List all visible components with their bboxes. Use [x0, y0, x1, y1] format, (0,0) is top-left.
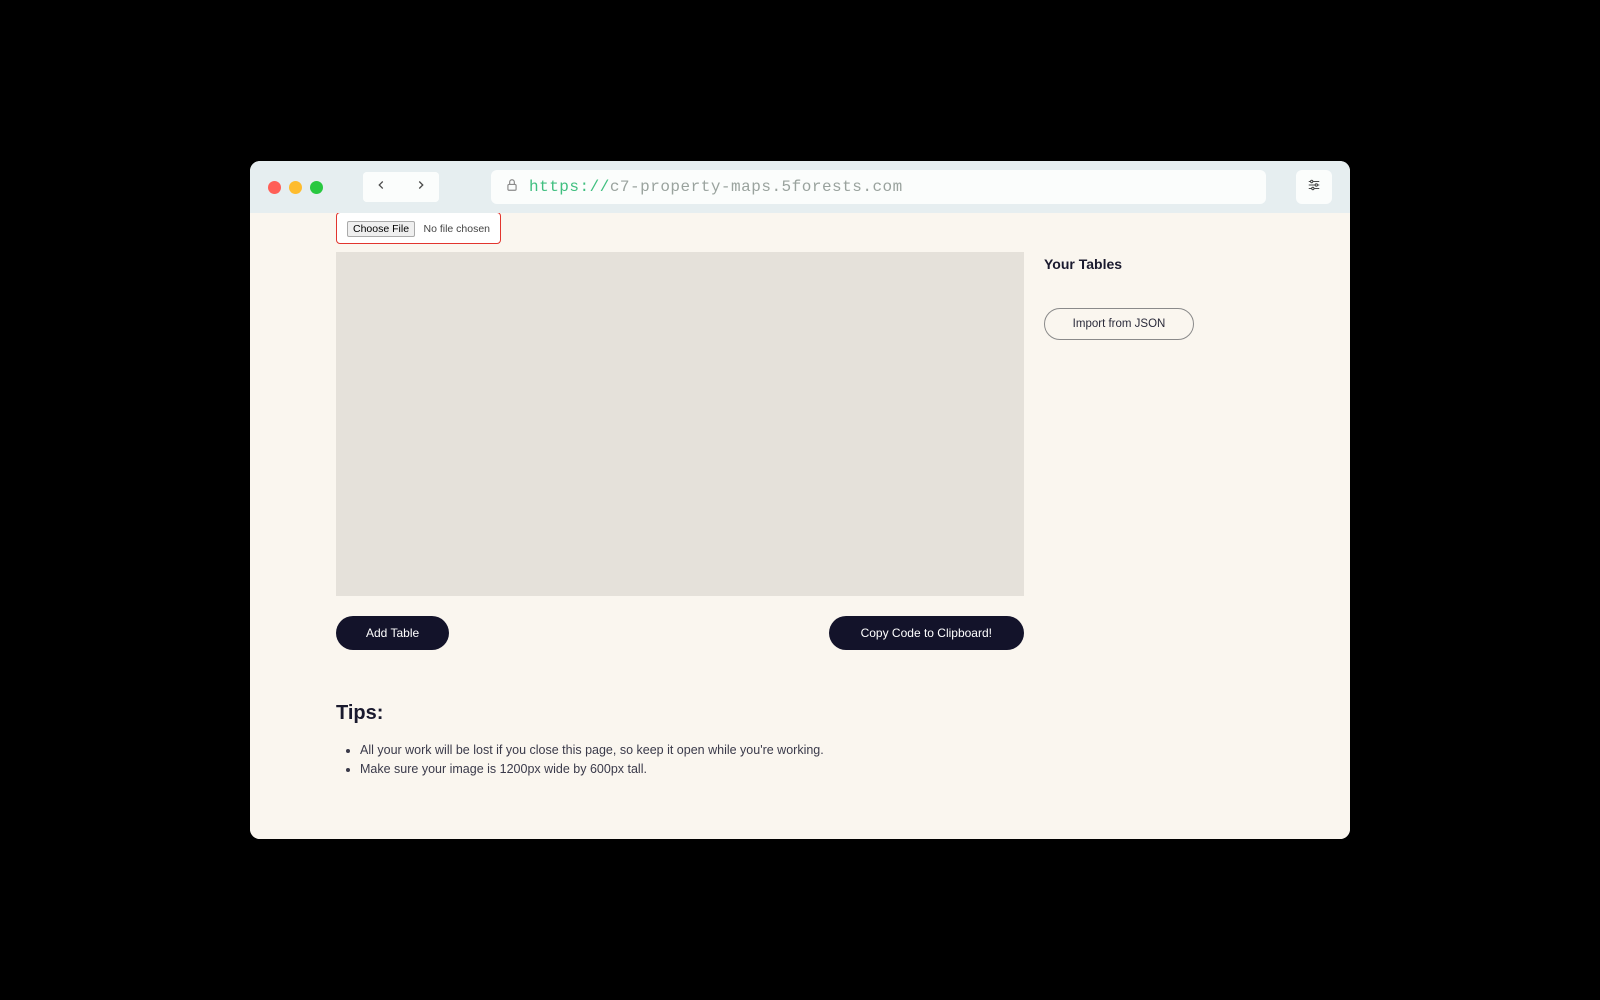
- chevron-left-icon: [374, 178, 388, 197]
- settings-button[interactable]: [1296, 170, 1332, 204]
- browser-window: https://c7-property-maps.5forests.com Up…: [250, 161, 1350, 839]
- tips-item: All your work will be lost if you close …: [360, 741, 1264, 760]
- forward-button[interactable]: [403, 172, 439, 202]
- maximize-window-button[interactable]: [310, 181, 323, 194]
- import-json-button[interactable]: Import from JSON: [1044, 308, 1194, 340]
- sliders-icon: [1306, 178, 1322, 197]
- map-canvas[interactable]: [336, 252, 1024, 596]
- back-button[interactable]: [363, 172, 399, 202]
- close-window-button[interactable]: [268, 181, 281, 194]
- url-host: c7-property-maps.5forests.com: [610, 178, 903, 196]
- file-input[interactable]: Choose File No file chosen: [336, 213, 501, 244]
- lock-icon: [505, 178, 519, 197]
- chevron-right-icon: [414, 178, 428, 197]
- tips-heading: Tips:: [336, 702, 1264, 725]
- copy-code-button[interactable]: Copy Code to Clipboard!: [829, 616, 1024, 650]
- tips-list: All your work will be lost if you close …: [336, 741, 1264, 779]
- url-protocol: https://: [529, 178, 610, 196]
- tips-item: Make sure your image is 1200px wide by 6…: [360, 760, 1264, 779]
- file-status-text: No file chosen: [423, 223, 490, 235]
- window-controls: [268, 181, 351, 194]
- add-table-button[interactable]: Add Table: [336, 616, 449, 650]
- sidebar-title: Your Tables: [1044, 256, 1264, 272]
- minimize-window-button[interactable]: [289, 181, 302, 194]
- viewport[interactable]: Upload your property map image. Images s…: [250, 213, 1350, 839]
- nav-buttons: [363, 172, 439, 202]
- browser-chrome: https://c7-property-maps.5forests.com: [250, 161, 1350, 213]
- url-text: https://c7-property-maps.5forests.com: [529, 178, 903, 196]
- choose-file-button[interactable]: Choose File: [347, 221, 415, 237]
- address-bar[interactable]: https://c7-property-maps.5forests.com: [491, 170, 1266, 204]
